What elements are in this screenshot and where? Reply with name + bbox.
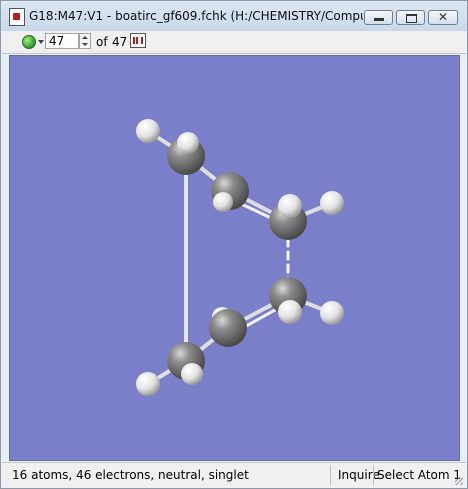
hydrogen-atom <box>181 363 203 385</box>
maximize-icon <box>406 14 417 23</box>
window-title: G18:M47:V1 - boatirc_gf609.fchk (H:/CHEM… <box>29 9 363 23</box>
atoms[interactable] <box>136 119 344 396</box>
hydrogen-atom <box>177 132 199 154</box>
frame-toolbar: of 47 <box>2 31 466 54</box>
molecule-viewport[interactable] <box>9 55 460 461</box>
status-divider <box>373 465 374 485</box>
spin-down-icon[interactable] <box>82 43 88 46</box>
minimize-button[interactable] <box>364 10 393 25</box>
hydrogen-atom <box>278 194 302 218</box>
animation-icon[interactable] <box>130 33 146 48</box>
hydrogen-atom <box>213 192 233 212</box>
status-bar: 16 atoms, 46 electrons, neutral, singlet… <box>2 462 466 488</box>
close-button[interactable]: ✕ <box>428 10 458 25</box>
gaussview-document-icon[interactable] <box>9 8 25 26</box>
frame-spinner[interactable] <box>79 33 91 49</box>
selection-status: Select Atom 1 <box>377 468 462 482</box>
status-divider <box>330 465 331 485</box>
total-frames: 47 <box>112 35 128 49</box>
hydrogen-atom <box>320 191 344 215</box>
carbon-atom <box>209 309 247 347</box>
title-bar[interactable]: G18:M47:V1 - boatirc_gf609.fchk (H:/CHEM… <box>1 1 467 31</box>
spin-up-icon[interactable] <box>82 36 88 39</box>
frame-status-icon[interactable] <box>22 35 36 49</box>
minimize-icon <box>374 18 384 21</box>
resize-grip-icon[interactable] <box>455 477 463 485</box>
hydrogen-atom <box>136 372 160 396</box>
molecule-canvas[interactable] <box>10 56 459 460</box>
molecule-window: G18:M47:V1 - boatirc_gf609.fchk (H:/CHEM… <box>0 0 468 489</box>
maximize-button[interactable] <box>396 10 425 25</box>
close-icon: ✕ <box>438 10 449 24</box>
chevron-down-icon[interactable] <box>38 40 44 44</box>
hydrogen-atom <box>320 301 344 325</box>
frame-number-input[interactable] <box>45 33 79 49</box>
hydrogen-atom <box>278 300 302 324</box>
hydrogen-atom <box>136 119 160 143</box>
of-label: of <box>96 35 108 49</box>
molecule-summary: 16 atoms, 46 electrons, neutral, singlet <box>12 468 249 482</box>
